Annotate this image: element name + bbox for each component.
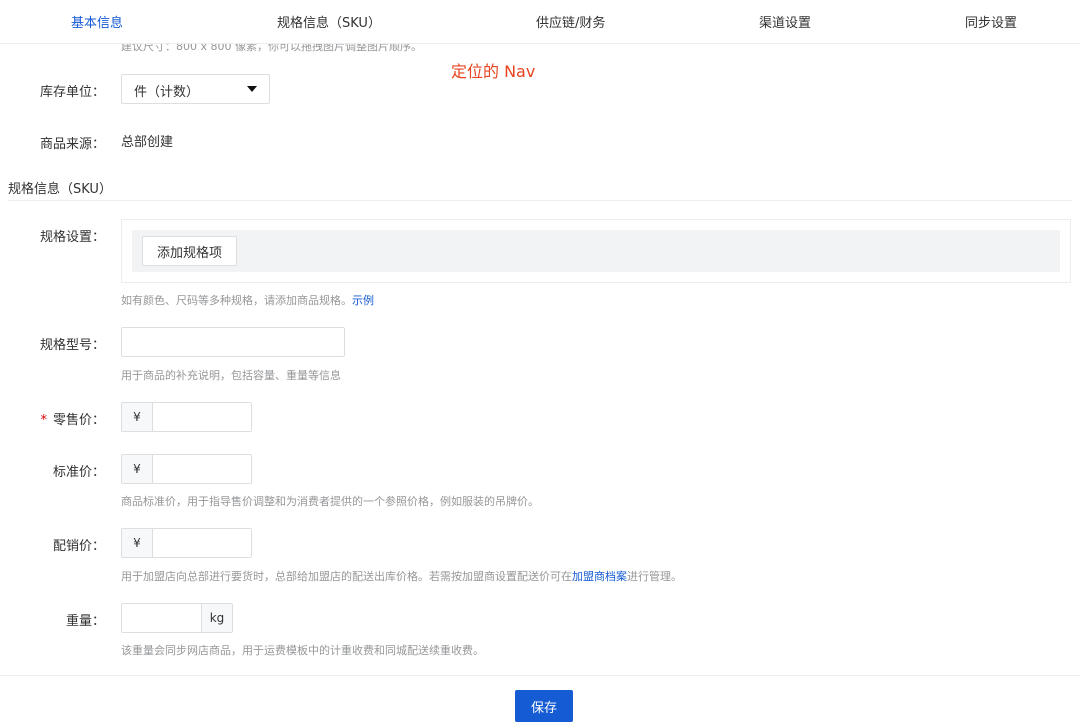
distribution-help-text-end: 进行管理。 bbox=[627, 570, 682, 583]
standard-price-field: ¥ bbox=[121, 454, 252, 484]
tab-basic-info[interactable]: 基本信息 bbox=[71, 12, 123, 31]
tab-sku-info[interactable]: 规格信息（SKU） bbox=[277, 12, 381, 31]
distribution-price-help: 用于加盟店向总部进行要货时，总部给加盟店的配送出库价格。若需按加盟商设置配送价可… bbox=[121, 568, 682, 584]
retail-price-field: ¥ bbox=[121, 402, 252, 432]
standard-price-input[interactable] bbox=[154, 455, 251, 483]
caret-down-icon bbox=[247, 86, 257, 92]
currency-prefix: ¥ bbox=[122, 529, 153, 557]
spec-help-text: 如有颜色、尺码等多种规格，请添加商品规格。 bbox=[121, 294, 352, 307]
distribution-price-input[interactable] bbox=[154, 529, 251, 557]
weight-unit-suffix: kg bbox=[201, 603, 233, 633]
add-spec-button[interactable]: 添加规格项 bbox=[142, 236, 237, 266]
spec-settings-panel: 添加规格项 bbox=[132, 230, 1060, 272]
retail-price-input[interactable] bbox=[154, 403, 251, 431]
spec-example-link[interactable]: 示例 bbox=[352, 294, 374, 307]
section-title-sku: 规格信息（SKU） bbox=[8, 182, 112, 197]
stock-unit-label: 库存单位： bbox=[39, 85, 105, 100]
weight-label: 重量： bbox=[65, 614, 105, 629]
source-label: 商品来源： bbox=[39, 137, 105, 152]
model-help: 用于商品的补充说明，包括容量、重量等信息 bbox=[121, 369, 341, 382]
distribution-help-text: 用于加盟店向总部进行要货时，总部给加盟店的配送出库价格。若需按加盟商设置配送价可… bbox=[121, 570, 572, 583]
weight-input[interactable] bbox=[121, 603, 202, 633]
tab-supply-finance[interactable]: 供应链/财务 bbox=[536, 12, 605, 31]
distribution-price-field: ¥ bbox=[121, 528, 252, 558]
spec-settings-label: 规格设置： bbox=[39, 230, 105, 245]
tab-channel-settings[interactable]: 渠道设置 bbox=[759, 12, 811, 31]
stock-unit-select[interactable]: 件（计数） bbox=[121, 74, 270, 104]
annotation-label: 定位的 Nav bbox=[451, 62, 536, 81]
retail-price-label-text: 零售价： bbox=[52, 413, 105, 428]
standard-price-label: 标准价： bbox=[52, 465, 105, 480]
save-button[interactable]: 保存 bbox=[515, 690, 573, 722]
source-value: 总部创建 bbox=[121, 135, 174, 150]
tab-sync-settings[interactable]: 同步设置 bbox=[965, 12, 1017, 31]
stock-unit-value: 件（计数） bbox=[134, 85, 200, 100]
spec-settings-box: 添加规格项 bbox=[121, 219, 1071, 283]
footer-bar: 保存 bbox=[0, 675, 1080, 725]
franchisee-archive-link[interactable]: 加盟商档案 bbox=[572, 570, 627, 583]
model-label: 规格型号： bbox=[39, 338, 105, 353]
weight-help: 该重量会同步网店商品，用于运费模板中的计重收费和同城配送续重收费。 bbox=[121, 644, 484, 657]
top-nav: 基本信息 规格信息（SKU） 供应链/财务 渠道设置 同步设置 bbox=[0, 0, 1080, 44]
standard-price-help: 商品标准价，用于指导售价调整和为消费者提供的一个参照价格，例如服装的吊牌价。 bbox=[121, 495, 539, 508]
currency-prefix: ¥ bbox=[122, 403, 153, 431]
spec-help: 如有颜色、尺码等多种规格，请添加商品规格。示例 bbox=[121, 292, 374, 308]
currency-prefix: ¥ bbox=[122, 455, 153, 483]
model-input[interactable] bbox=[121, 327, 345, 357]
required-mark: * bbox=[40, 413, 47, 428]
retail-price-label: * 零售价： bbox=[40, 409, 105, 428]
section-divider bbox=[8, 200, 1072, 201]
distribution-price-label: 配销价： bbox=[52, 539, 105, 554]
